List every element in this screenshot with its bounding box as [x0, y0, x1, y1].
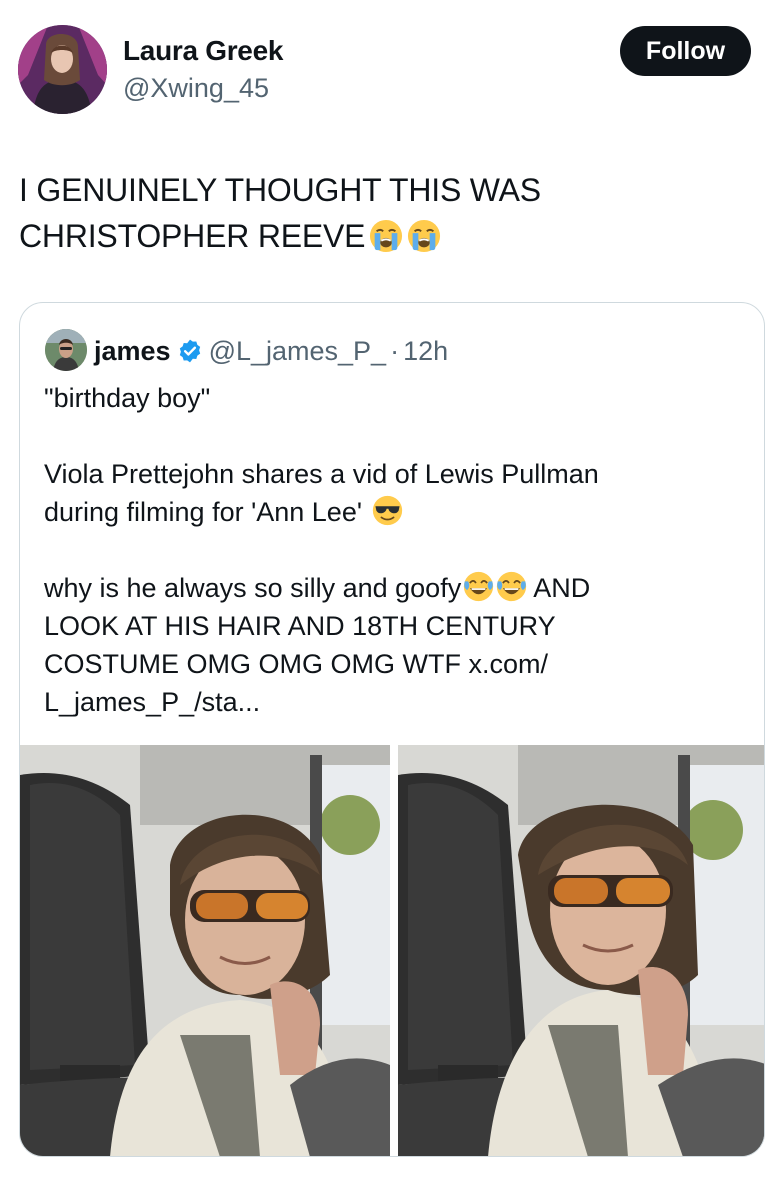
quoted-author-avatar[interactable] — [45, 329, 87, 371]
author-avatar[interactable] — [18, 25, 107, 114]
tweet-text-line-1: I GENUINELY THOUGHT THIS WAS — [19, 172, 541, 208]
quoted-author-handle[interactable]: @L_james_P_ — [209, 336, 387, 367]
quoted-tweet-text: "birthday boy" Viola Prettejohn shares a … — [44, 379, 734, 721]
tweet-text-line-2-wrap: CHRISTOPHER REEVE — [19, 213, 739, 259]
follow-button[interactable]: Follow — [620, 26, 751, 76]
loudly-crying-face-icon — [407, 219, 441, 253]
quoted-tweet-time[interactable]: 12h — [403, 336, 448, 367]
face-with-tears-of-joy-icon — [497, 571, 527, 602]
quoted-author-name[interactable]: james — [94, 336, 171, 367]
quoted-text-para-3a: why is he always so silly and goofy — [44, 573, 462, 603]
author-handle[interactable]: @Xwing_45 — [123, 72, 269, 104]
loudly-crying-face-icon — [369, 219, 403, 253]
quoted-text-para-1: "birthday boy" — [44, 383, 211, 413]
separator-dot: · — [390, 335, 400, 366]
user-avatar-icon — [18, 25, 107, 114]
video-frame-1[interactable] — [20, 745, 390, 1156]
author-display-name[interactable]: Laura Greek — [123, 34, 283, 68]
video-frame-2[interactable] — [398, 745, 764, 1156]
video-thumbnail-image — [20, 745, 390, 1156]
quoted-text-para-2-wrap: Viola Prettejohn shares a vid of Lewis P… — [44, 455, 734, 531]
face-with-tears-of-joy-icon — [464, 571, 494, 602]
user-avatar-icon — [45, 329, 87, 371]
sunglasses-face-icon — [372, 495, 402, 526]
tweet-text: I GENUINELY THOUGHT THIS WAS CHRISTOPHER… — [19, 167, 739, 259]
quoted-tweet-header: james @L_james_P_ · 12h — [94, 331, 448, 371]
quoted-text-para-2: Viola Prettejohn shares a vid of Lewis P… — [44, 459, 599, 527]
quoted-tweet-card[interactable]: james @L_james_P_ · 12h "birthday boy" Vi… — [19, 302, 765, 1157]
quoted-text-para-3-wrap: why is he always so silly and goofy AND … — [44, 569, 734, 721]
tweet-text-line-2: CHRISTOPHER REEVE — [19, 218, 366, 254]
verified-badge-icon — [177, 338, 203, 364]
video-thumbnail-image — [398, 745, 764, 1156]
